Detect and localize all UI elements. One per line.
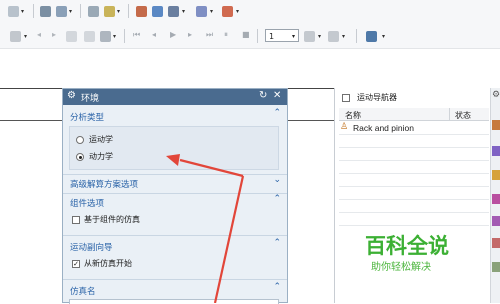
annotation-arrow [166, 154, 245, 303]
arrow-shaft-upper [179, 158, 244, 178]
arrow-shaft-lower [213, 175, 245, 303]
arrow-head [166, 154, 180, 166]
